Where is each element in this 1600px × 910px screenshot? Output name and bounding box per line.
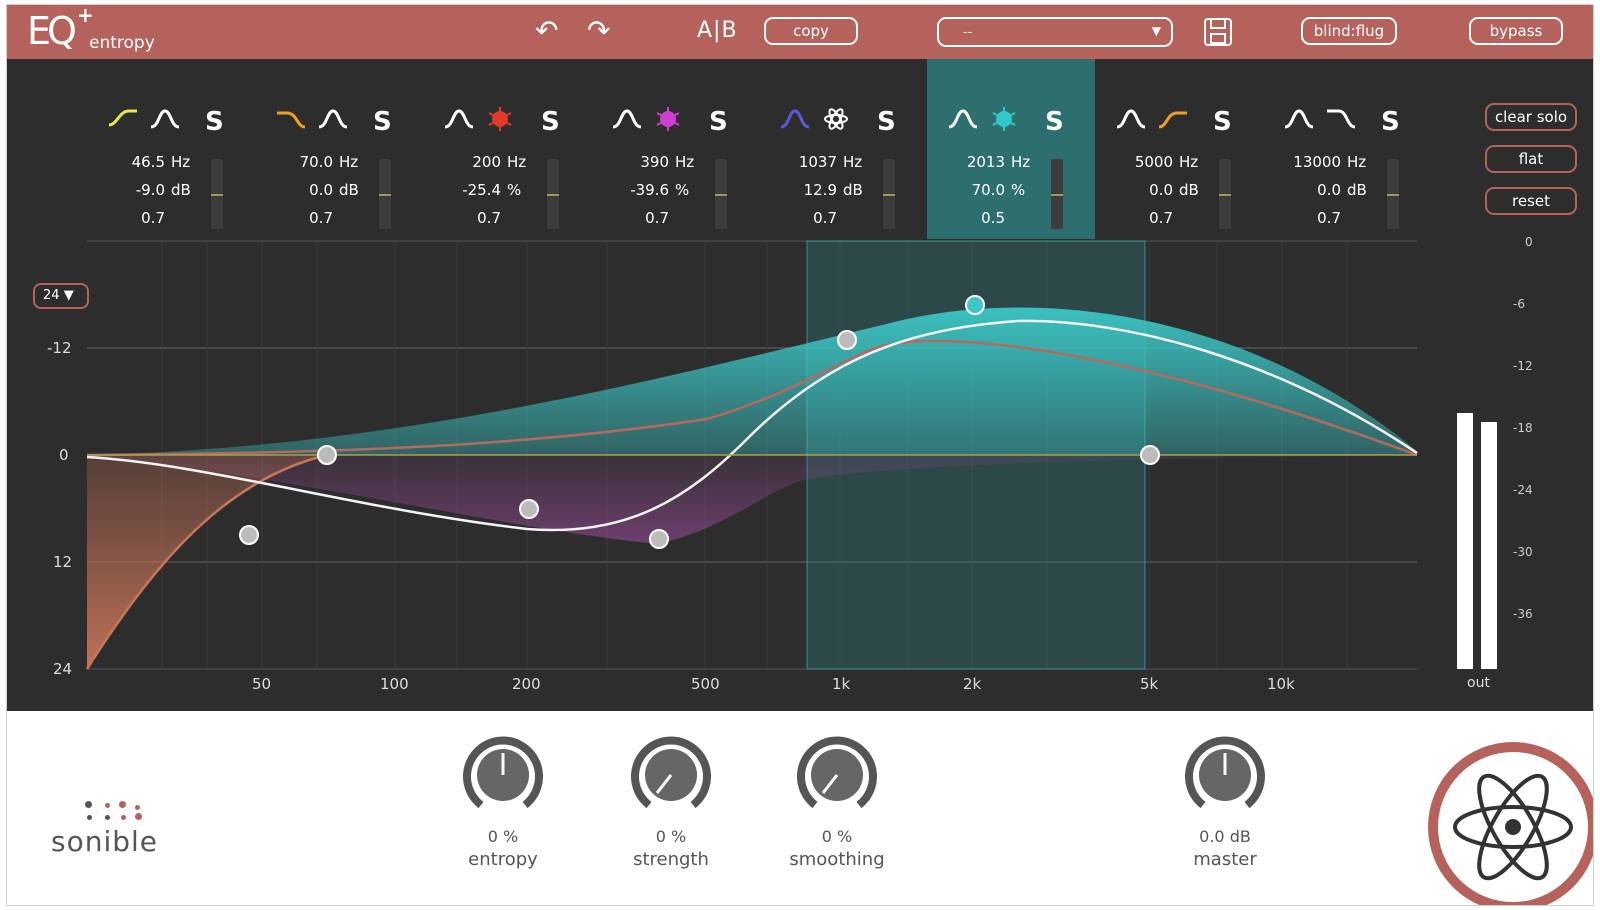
band6-node[interactable]	[965, 295, 985, 315]
redo-icon[interactable]: ↷	[587, 15, 610, 47]
copy-button[interactable]: copy	[764, 17, 858, 45]
x-label-50: 50	[252, 675, 272, 693]
logo-plus: +	[77, 4, 94, 27]
x-label-1k: 1k	[832, 675, 851, 693]
y-label-12: 12	[53, 553, 73, 571]
ab-toggle-button[interactable]: A|B	[697, 18, 738, 43]
knob-smoothing-dial[interactable]	[777, 735, 897, 825]
entropy-knob[interactable]: 0 % entropy	[443, 735, 563, 885]
smoothing-value: 0 %	[821, 827, 853, 846]
strength-label: strength	[633, 849, 709, 870]
meter-scale-label: -12	[1513, 359, 1533, 373]
eq-logo: EQ + entropy	[27, 5, 187, 55]
brand-name: sonible	[51, 825, 159, 858]
band7-node[interactable]	[1140, 445, 1160, 465]
knob-entropy-dial[interactable]	[443, 735, 563, 825]
entropy-value: 0 %	[487, 827, 519, 846]
master-value: 0.0 dB	[1199, 827, 1251, 846]
bypass-button[interactable]: bypass	[1469, 17, 1563, 45]
x-label-5k: 5k	[1140, 675, 1159, 693]
knob-strength-dial[interactable]	[611, 735, 731, 825]
strength-knob[interactable]: 0 % strength	[611, 735, 731, 885]
strength-value: 0 %	[655, 827, 687, 846]
band1-node[interactable]	[239, 525, 259, 545]
x-label-2k: 2k	[963, 675, 982, 693]
save-icon[interactable]	[1203, 17, 1233, 47]
meter-scale-label: 0	[1525, 235, 1533, 249]
output-meter-left	[1457, 413, 1473, 669]
y-label-24: 24	[53, 660, 73, 678]
meter-scale-label: -36	[1513, 607, 1533, 621]
master-label: master	[1193, 849, 1257, 870]
y-label-0: 0	[59, 446, 69, 464]
band3-node[interactable]	[519, 499, 539, 519]
band4-node[interactable]	[649, 529, 669, 549]
meter-scale-label: -30	[1513, 545, 1533, 559]
preset-value: --	[963, 25, 973, 40]
x-label-200: 200	[512, 675, 541, 693]
logo-eq-text: EQ	[27, 9, 77, 53]
bottom-panel: sonible 0 % entropy 0 % strength 0 % smo…	[7, 711, 1593, 905]
chevron-down-icon: ▼	[1151, 24, 1161, 38]
x-label-10k: 10k	[1267, 675, 1295, 693]
plugin-window: EQ + entropy ↶ ↷ A|B copy -- ▼ blind:flu…	[6, 4, 1594, 906]
blind-flug-button[interactable]: blind:flug	[1301, 17, 1397, 45]
meter-scale-label: -18	[1513, 421, 1533, 435]
knob-master-dial[interactable]	[1165, 735, 1285, 825]
x-label-100: 100	[380, 675, 409, 693]
top-bar: EQ + entropy ↶ ↷ A|B copy -- ▼ blind:flu…	[7, 5, 1593, 59]
undo-icon[interactable]: ↶	[535, 15, 558, 47]
y-label-neg12: -12	[47, 339, 72, 357]
meter-label: out	[1467, 675, 1490, 691]
master-knob[interactable]: 0.0 dB master	[1165, 735, 1285, 885]
product-name: entropy	[89, 33, 155, 53]
meter-scale-label: -24	[1513, 483, 1533, 497]
x-label-500: 500	[691, 675, 720, 693]
entropy-label: entropy	[468, 849, 538, 870]
meter-scale-label: -6	[1513, 297, 1525, 311]
sonible-logo: sonible	[47, 801, 187, 871]
output-meter-right	[1481, 422, 1497, 669]
band5-node[interactable]	[837, 330, 857, 350]
eq-graph[interactable]	[7, 59, 1594, 711]
smoothing-knob[interactable]: 0 % smoothing	[777, 735, 897, 885]
band2-node[interactable]	[317, 445, 337, 465]
eq-panel: S 46.5 Hz -9.0 dB 0.7 S 70.0 Hz 0.0 dB 0.7 S 200 Hz -25…	[7, 59, 1593, 711]
atom-logo-icon	[1428, 742, 1593, 905]
preset-dropdown[interactable]: -- ▼	[937, 17, 1173, 47]
smoothing-label: smoothing	[789, 849, 885, 870]
